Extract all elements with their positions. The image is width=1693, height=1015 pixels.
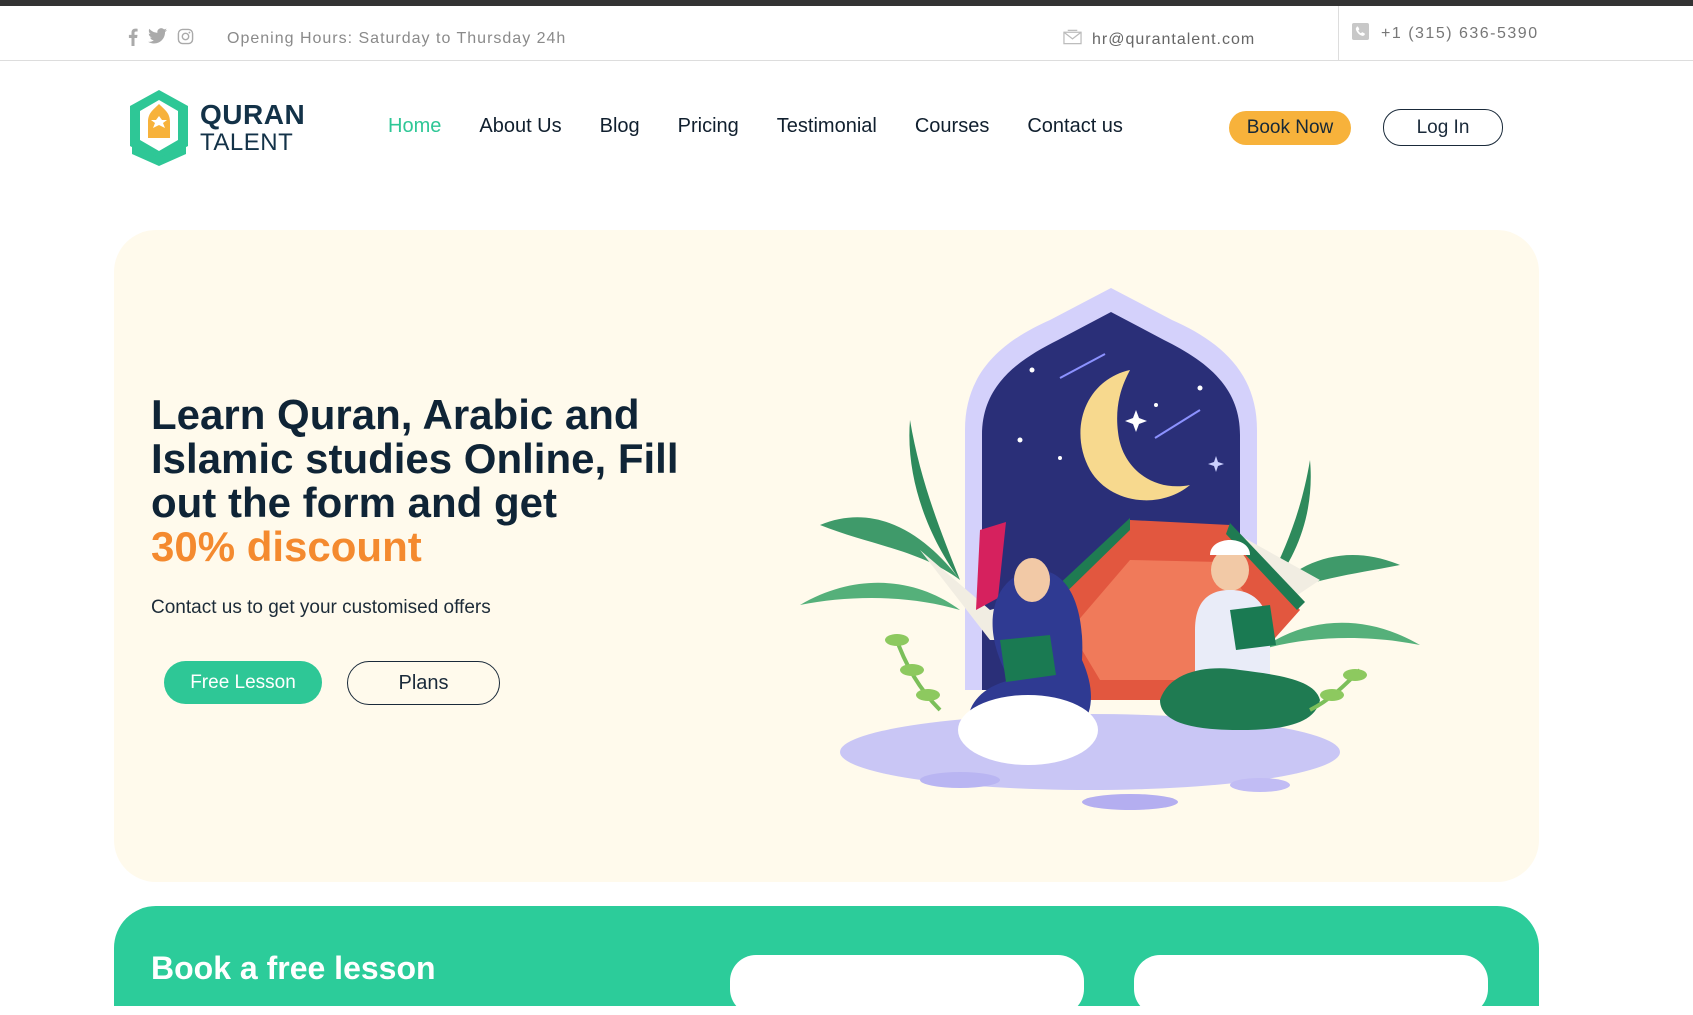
main-nav: Home About Us Blog Pricing Testimonial C… (388, 115, 1161, 138)
phone-icon (1352, 23, 1369, 45)
instagram-icon[interactable] (177, 28, 194, 51)
contact-email[interactable]: hr@qurantalent.com (1063, 29, 1255, 50)
quran-talent-logo[interactable]: QURAN TALENT (128, 88, 305, 168)
hero-title: Learn Quran, Arabic and Islamic studies … (151, 393, 711, 569)
nav-contact-us[interactable]: Contact us (1027, 115, 1123, 138)
book-free-lesson-title: Book a free lesson (151, 950, 436, 986)
contact-phone[interactable]: +1 (315) 636-5390 (1352, 23, 1539, 45)
booking-field-2[interactable] (1134, 955, 1488, 1015)
hero-discount: 30% discount (151, 523, 422, 570)
twitter-icon[interactable] (148, 28, 167, 51)
logo-line-2: TALENT (200, 129, 294, 156)
plans-button[interactable]: Plans (347, 661, 500, 705)
nav-home[interactable]: Home (388, 115, 441, 138)
nav-about-us[interactable]: About Us (479, 115, 561, 138)
book-now-button[interactable]: Book Now (1229, 111, 1351, 145)
booking-field-1[interactable] (730, 955, 1084, 1015)
facebook-icon[interactable] (128, 28, 138, 51)
quran-reading-illustration (800, 288, 1420, 810)
opening-hours: Opening Hours: Saturday to Thursday 24h (227, 30, 567, 47)
nav-blog[interactable]: Blog (600, 115, 640, 138)
mosque-book-logo-icon (130, 90, 188, 166)
hero-title-text: Learn Quran, Arabic and Islamic studies … (151, 391, 679, 526)
logo-line-1: QURAN (200, 99, 306, 130)
log-in-button[interactable]: Log In (1383, 109, 1503, 146)
nav-testimonial[interactable]: Testimonial (777, 115, 877, 138)
nav-pricing[interactable]: Pricing (678, 115, 739, 138)
social-links (128, 28, 194, 51)
nav-courses[interactable]: Courses (915, 115, 989, 138)
email-text: hr@qurantalent.com (1092, 30, 1256, 48)
phone-text: +1 (315) 636-5390 (1381, 25, 1539, 42)
hero-subtitle: Contact us to get your customised offers (151, 597, 491, 618)
envelope-icon (1063, 29, 1082, 50)
topbar-divider (1338, 6, 1339, 60)
free-lesson-button[interactable]: Free Lesson (164, 661, 322, 704)
